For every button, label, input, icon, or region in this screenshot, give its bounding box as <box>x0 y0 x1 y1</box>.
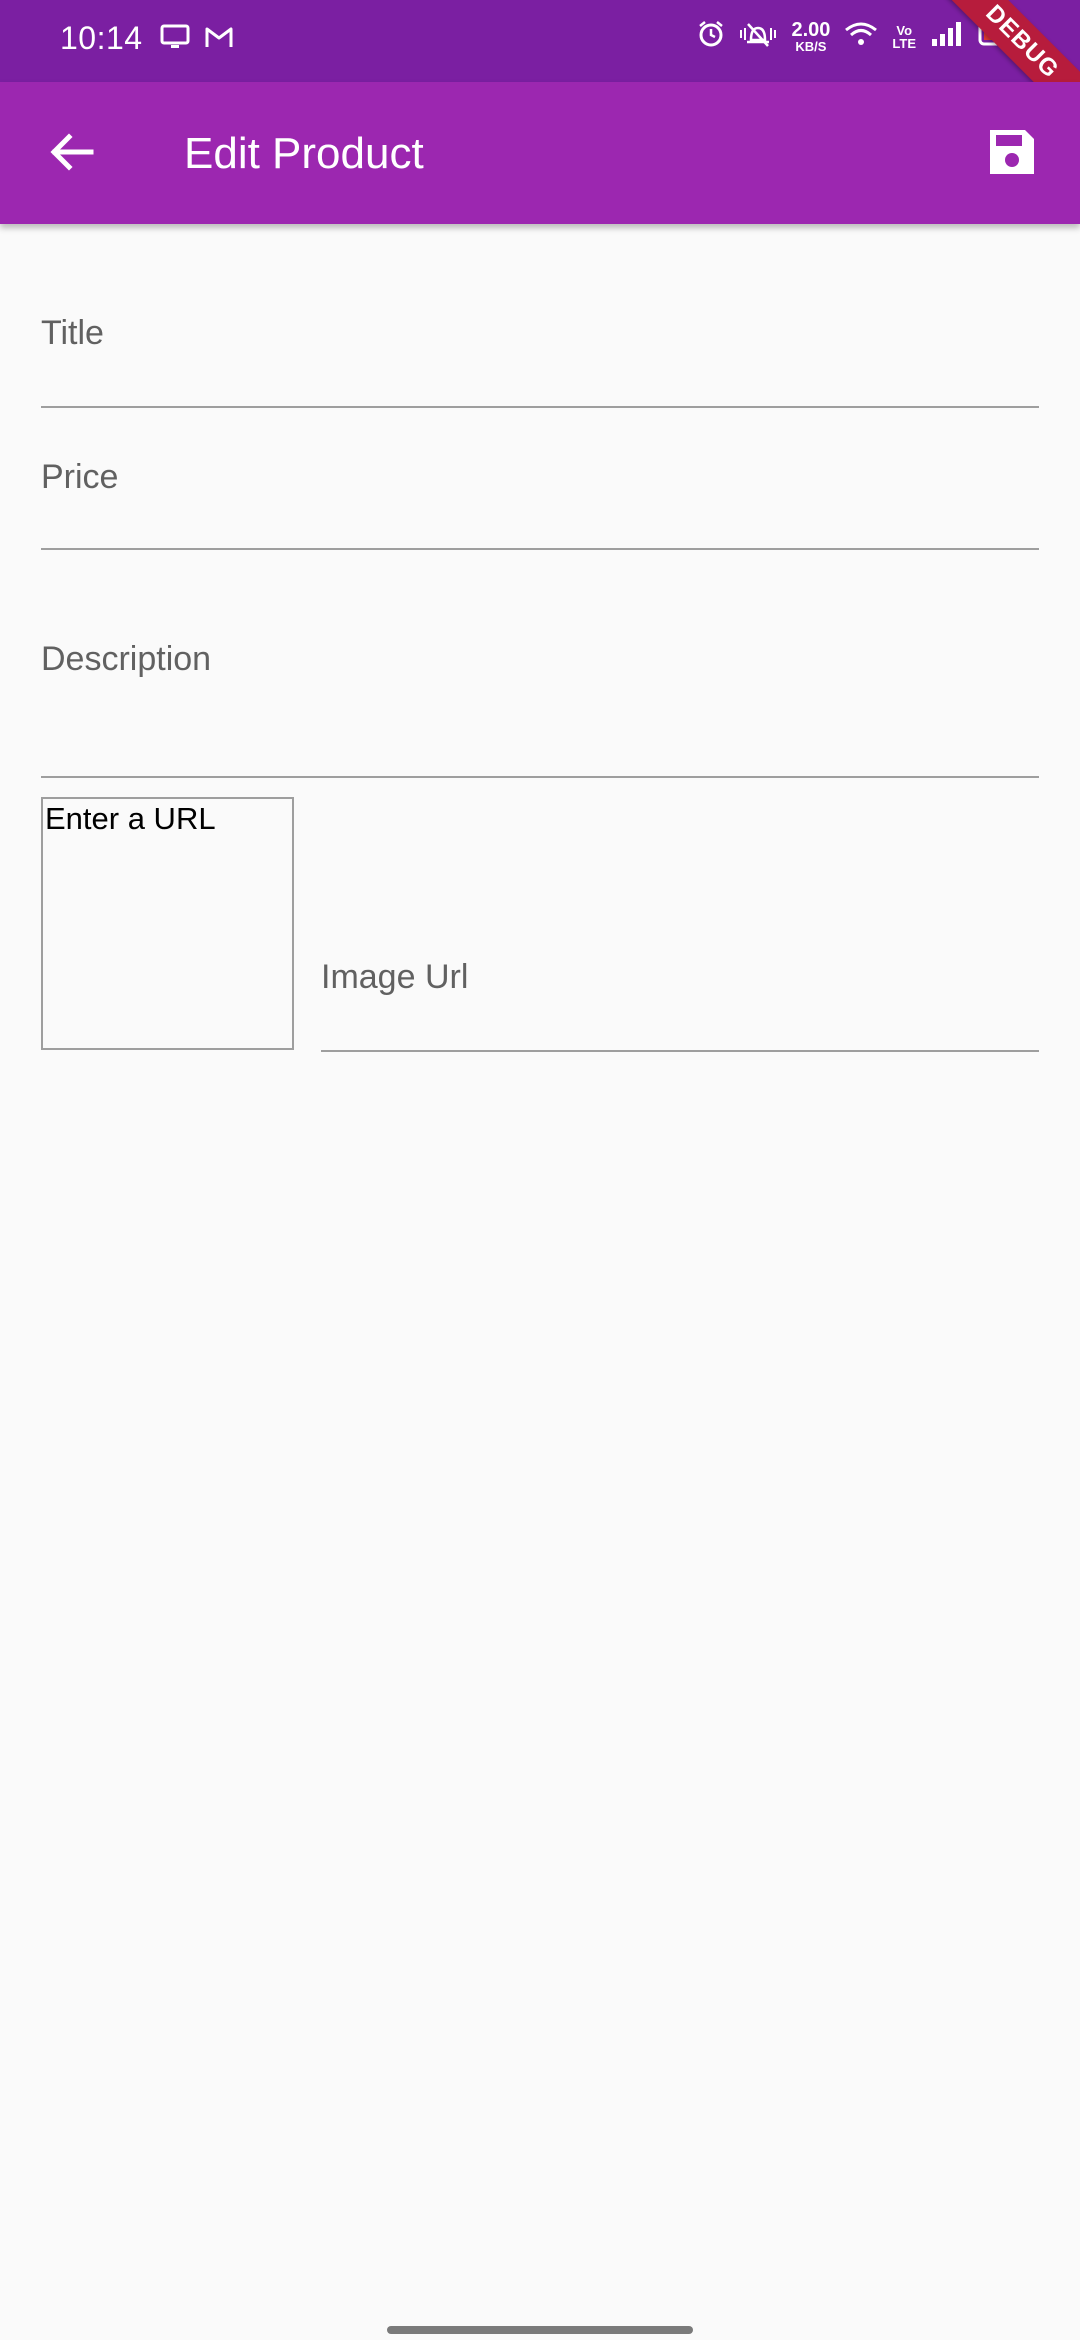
description-field-label: Description <box>41 640 212 678</box>
save-icon <box>987 127 1037 182</box>
wifi-icon <box>844 21 878 52</box>
save-button[interactable] <box>974 116 1050 192</box>
page-title: Edit Product <box>184 129 424 178</box>
volte-bottom: LTE <box>892 35 916 51</box>
description-field[interactable]: Description <box>41 548 1039 778</box>
status-right-icons: 2.00 KB/S Vo LTE <box>697 20 1022 53</box>
image-preview: Enter a URL <box>41 797 294 1050</box>
title-field-label: Title <box>41 314 104 352</box>
status-left-icons <box>160 24 234 55</box>
image-preview-text: Enter a URL <box>45 801 216 836</box>
title-field[interactable]: Title <box>41 222 1039 408</box>
price-field-label: Price <box>41 458 119 496</box>
alarm-icon <box>697 20 725 53</box>
signal-icon <box>930 21 964 52</box>
gmail-icon <box>204 25 234 54</box>
price-field[interactable]: Price <box>41 406 1039 550</box>
app-bar: Edit Product <box>0 82 1080 224</box>
arrow-back-icon <box>49 129 95 180</box>
status-bar: 10:14 2.00 KB/S Vo LTE DEBUG <box>0 0 1080 82</box>
image-url-field[interactable]: Image Url <box>321 932 1039 1052</box>
status-time: 10:14 <box>60 20 143 56</box>
image-url-field-label: Image Url <box>321 958 469 996</box>
back-button[interactable] <box>34 116 110 192</box>
volte-indicator: Vo LTE <box>892 24 916 50</box>
monitor-icon <box>160 24 190 55</box>
speed-value: 2.00 <box>791 19 831 41</box>
speed-unit: KB/S <box>795 39 827 54</box>
vibrate-mute-icon <box>739 20 777 53</box>
network-speed: 2.00 KB/S <box>791 20 830 53</box>
home-indicator[interactable] <box>387 2326 693 2334</box>
volte-top: Vo <box>896 22 913 38</box>
